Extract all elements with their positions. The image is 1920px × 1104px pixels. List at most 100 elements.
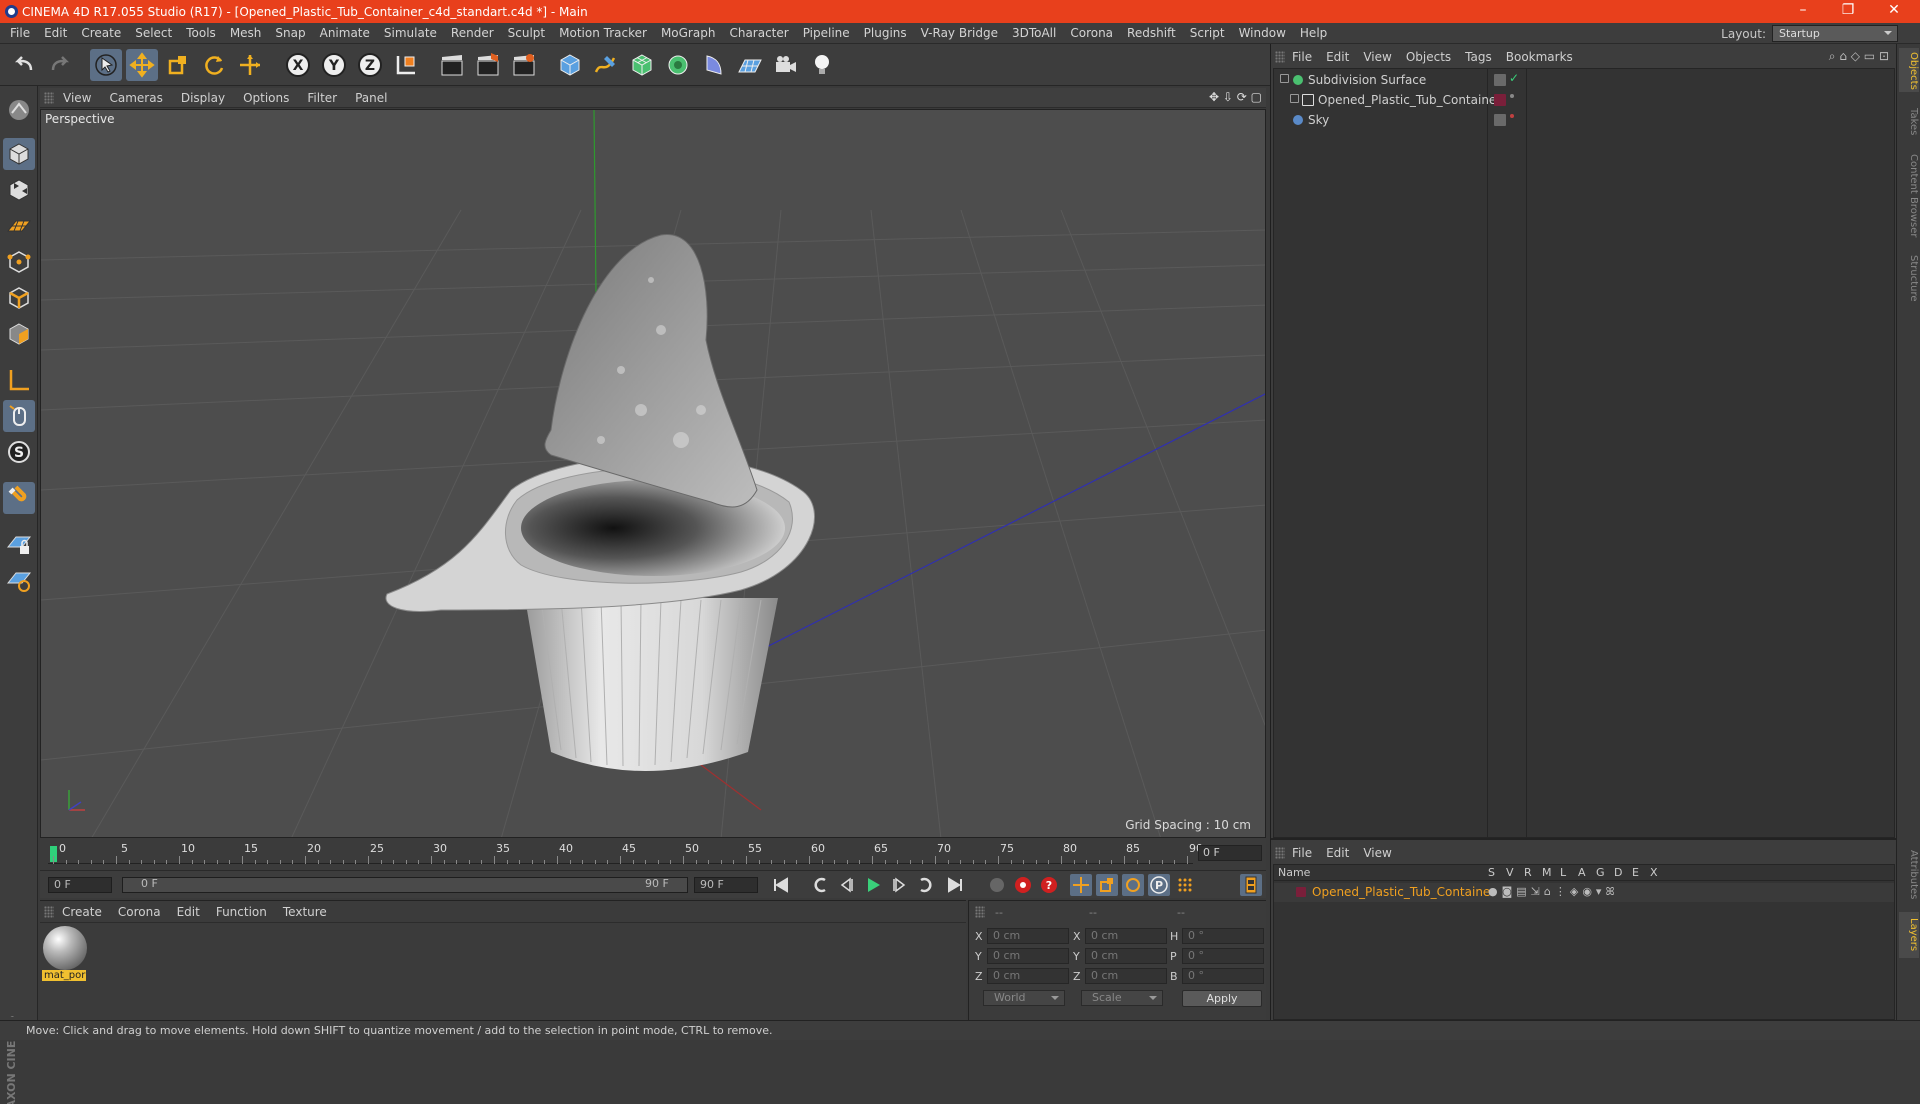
render-settings-button[interactable] bbox=[508, 49, 540, 81]
panel-grip[interactable] bbox=[1275, 51, 1285, 63]
size-x-field[interactable]: 0 cm bbox=[1085, 928, 1167, 944]
menu-create[interactable]: Create bbox=[74, 26, 128, 40]
add-floor-button[interactable] bbox=[734, 49, 766, 81]
layout-dropdown[interactable]: Startup bbox=[1772, 25, 1898, 42]
layer-menu-edit[interactable]: Edit bbox=[1319, 846, 1356, 860]
coordinate-space-dropdown[interactable]: World bbox=[983, 990, 1065, 1006]
menu-mograph[interactable]: MoGraph bbox=[654, 26, 723, 40]
z-axis-lock-button[interactable]: Z bbox=[354, 49, 386, 81]
tab-content-browser[interactable]: Content Browser bbox=[1899, 148, 1919, 244]
object-menu-bookmarks[interactable]: Bookmarks bbox=[1499, 50, 1580, 64]
add-camera-button[interactable] bbox=[770, 49, 802, 81]
record-active-button[interactable] bbox=[1012, 874, 1034, 896]
play-button[interactable] bbox=[862, 874, 884, 896]
menu-corona[interactable]: Corona bbox=[1063, 26, 1120, 40]
layer-menu-view[interactable]: View bbox=[1356, 846, 1398, 860]
workplane-lock-button[interactable] bbox=[3, 528, 35, 560]
key-position-button[interactable] bbox=[1070, 874, 1092, 896]
tab-layers[interactable]: Layers bbox=[1899, 912, 1919, 958]
material-name-label[interactable]: mat_por bbox=[42, 970, 86, 981]
object-manager-search-icon[interactable]: ⌕ ⌂ ◇ ▭ ⊡ bbox=[1829, 49, 1889, 64]
tab-objects[interactable]: Objects bbox=[1899, 48, 1919, 92]
layer-menu-file[interactable]: File bbox=[1285, 846, 1319, 860]
menu-3dtoall[interactable]: 3DToAll bbox=[1005, 26, 1063, 40]
previous-frame-button[interactable] bbox=[836, 874, 858, 896]
menu-mesh[interactable]: Mesh bbox=[223, 26, 269, 40]
object-row-subdivision-surface[interactable]: Subdivision Surface ✓ bbox=[1274, 71, 1894, 90]
record-keys-button[interactable] bbox=[986, 874, 1008, 896]
layer-color-swatch[interactable] bbox=[1296, 887, 1306, 897]
collapse-toggle-icon[interactable] bbox=[1280, 74, 1289, 83]
snap-button[interactable]: S bbox=[3, 436, 35, 468]
render-picture-viewer-button[interactable] bbox=[472, 49, 504, 81]
go-to-start-button[interactable] bbox=[770, 874, 792, 896]
viewport-menu-display[interactable]: Display bbox=[172, 91, 234, 105]
max-frame-field[interactable]: 90 F bbox=[694, 877, 758, 893]
add-light-button[interactable] bbox=[806, 49, 838, 81]
select-tool-button[interactable] bbox=[90, 49, 122, 81]
position-x-field[interactable]: 0 cm bbox=[987, 928, 1069, 944]
add-generator-button[interactable] bbox=[626, 49, 658, 81]
object-menu-objects[interactable]: Objects bbox=[1399, 50, 1458, 64]
size-mode-dropdown[interactable]: Scale bbox=[1081, 990, 1163, 1006]
transform-tool-button[interactable] bbox=[234, 49, 266, 81]
timeline-ruler[interactable]: 0 5 10 15 20 25 30 35 40 45 50 55 60 65 … bbox=[40, 838, 1266, 870]
rotation-b-field[interactable]: 0 ° bbox=[1182, 968, 1264, 984]
planar-workplane-button[interactable] bbox=[3, 564, 35, 596]
add-spline-button[interactable] bbox=[590, 49, 622, 81]
menu-redshift[interactable]: Redshift bbox=[1120, 26, 1183, 40]
coordinate-system-button[interactable] bbox=[390, 49, 422, 81]
menu-tools[interactable]: Tools bbox=[179, 26, 223, 40]
add-cube-button[interactable] bbox=[554, 49, 586, 81]
autokey-button[interactable]: ? bbox=[1038, 874, 1060, 896]
next-key-button[interactable] bbox=[914, 874, 936, 896]
frame-ruler[interactable]: 0 5 10 15 20 25 30 35 40 45 50 55 60 65 … bbox=[48, 842, 1203, 864]
render-view-button[interactable] bbox=[436, 49, 468, 81]
previous-key-button[interactable] bbox=[810, 874, 832, 896]
menu-help[interactable]: Help bbox=[1293, 26, 1334, 40]
size-z-field[interactable]: 0 cm bbox=[1085, 968, 1167, 984]
menu-character[interactable]: Character bbox=[722, 26, 795, 40]
enabled-check-icon[interactable]: ✓ bbox=[1509, 71, 1519, 85]
next-frame-button[interactable] bbox=[888, 874, 910, 896]
texture-mode-button[interactable] bbox=[3, 174, 35, 206]
model-mode-button[interactable] bbox=[3, 138, 35, 170]
make-editable-button[interactable] bbox=[3, 94, 35, 126]
material-menu-function[interactable]: Function bbox=[208, 905, 275, 919]
object-menu-file[interactable]: File bbox=[1285, 50, 1319, 64]
move-tool-button[interactable] bbox=[126, 49, 158, 81]
menu-render[interactable]: Render bbox=[444, 26, 501, 40]
points-mode-button[interactable] bbox=[3, 246, 35, 278]
y-axis-lock-button[interactable]: Y bbox=[318, 49, 350, 81]
viewport-menu-filter[interactable]: Filter bbox=[298, 91, 346, 105]
object-menu-tags[interactable]: Tags bbox=[1458, 50, 1499, 64]
viewport-menu-panel[interactable]: Panel bbox=[346, 91, 396, 105]
menu-sculpt[interactable]: Sculpt bbox=[501, 26, 552, 40]
object-menu-edit[interactable]: Edit bbox=[1319, 50, 1356, 64]
perspective-viewport[interactable]: Perspective Grid Spacing : 10 cm bbox=[40, 109, 1266, 838]
menu-plugins[interactable]: Plugins bbox=[857, 26, 914, 40]
visibility-dot-icon[interactable] bbox=[1510, 94, 1514, 98]
restore-button[interactable]: ❐ bbox=[1826, 0, 1870, 23]
go-to-end-button[interactable] bbox=[944, 874, 966, 896]
visibility-dot-icon[interactable] bbox=[1510, 114, 1514, 118]
current-frame-field[interactable]: 0 F bbox=[48, 877, 112, 893]
key-scale-button[interactable] bbox=[1096, 874, 1118, 896]
tab-structure[interactable]: Structure bbox=[1899, 250, 1919, 306]
object-row-tub-container[interactable]: Opened_Plastic_Tub_Container bbox=[1274, 91, 1894, 110]
menu-pipeline[interactable]: Pipeline bbox=[796, 26, 857, 40]
axis-mode-button[interactable] bbox=[3, 364, 35, 396]
layer-tag-icon[interactable] bbox=[1494, 74, 1506, 86]
position-z-field[interactable]: 0 cm bbox=[987, 968, 1069, 984]
material-preview-swatch[interactable] bbox=[43, 926, 87, 970]
preview-range-slider[interactable] bbox=[122, 877, 688, 893]
undo-button[interactable] bbox=[8, 49, 40, 81]
menu-select[interactable]: Select bbox=[128, 26, 179, 40]
menu-motion-tracker[interactable]: Motion Tracker bbox=[552, 26, 654, 40]
panel-grip[interactable] bbox=[975, 906, 985, 918]
viewport-navigation-icons[interactable]: ✥ ⇩ ⟳ ▢ bbox=[1209, 90, 1262, 104]
viewport-menu-cameras[interactable]: Cameras bbox=[100, 91, 171, 105]
add-array-button[interactable] bbox=[662, 49, 694, 81]
key-rotation-button[interactable] bbox=[1122, 874, 1144, 896]
close-button[interactable]: ✕ bbox=[1872, 0, 1916, 23]
